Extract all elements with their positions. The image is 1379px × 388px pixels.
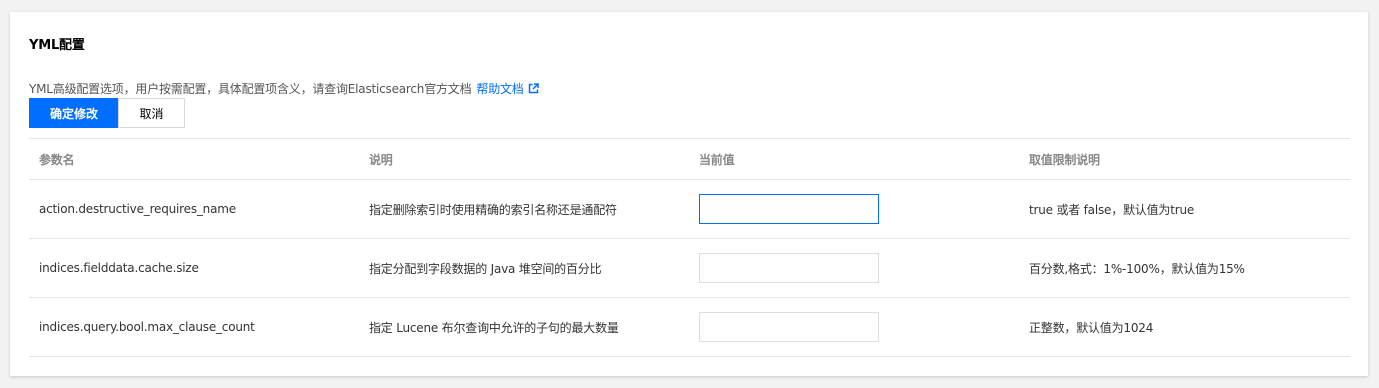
param-description: 指定分配到字段数据的 Java 堆空间的百分比 (369, 261, 602, 276)
value-input[interactable] (699, 194, 879, 224)
table-header-row: 参数名 说明 当前值 取值限制说明 (29, 138, 1350, 180)
help-doc-link[interactable]: 帮助文档 (476, 82, 539, 97)
value-cell (699, 180, 879, 238)
param-name: action.destructive_requires_name (39, 202, 236, 216)
cancel-button[interactable]: 取消 (118, 98, 185, 128)
header-param-name: 参数名 (39, 152, 75, 167)
limit-description: 正整数，默认值为1024 (1029, 320, 1154, 335)
value-cell (699, 239, 879, 297)
config-table: 参数名 说明 当前值 取值限制说明 action.destructive_req… (29, 138, 1350, 357)
header-limit-description: 取值限制说明 (1029, 152, 1100, 167)
param-description: 指定删除索引时使用精确的索引名称还是通配符 (369, 202, 617, 217)
external-link-icon (528, 83, 539, 97)
description-text: YML高级配置选项，用户按需配置，具体配置项含义，请查询Elasticsearc… (29, 82, 472, 96)
limit-description: true 或者 false，默认值为true (1029, 202, 1195, 217)
confirm-modify-button[interactable]: 确定修改 (29, 98, 119, 128)
value-input[interactable] (699, 253, 879, 283)
table-row: action.destructive_requires_name 指定删除索引时… (29, 180, 1350, 239)
param-description: 指定 Lucene 布尔查询中允许的子句的最大数量 (369, 320, 619, 335)
section-description: YML高级配置选项，用户按需配置，具体配置项含义，请查询Elasticsearc… (29, 80, 539, 97)
help-doc-label: 帮助文档 (476, 82, 524, 96)
param-name: indices.query.bool.max_clause_count (39, 320, 255, 334)
header-current-value: 当前值 (699, 152, 735, 167)
yml-config-panel: YML配置 YML高级配置选项，用户按需配置，具体配置项含义，请查询Elasti… (10, 12, 1368, 376)
header-description: 说明 (369, 152, 393, 167)
param-name: indices.fielddata.cache.size (39, 261, 199, 275)
value-cell (699, 298, 879, 356)
table-row: indices.fielddata.cache.size 指定分配到字段数据的 … (29, 239, 1350, 298)
table-row: indices.query.bool.max_clause_count 指定 L… (29, 298, 1350, 357)
value-input[interactable] (699, 312, 879, 342)
limit-description: 百分数,格式：1%-100%，默认值为15% (1029, 261, 1245, 276)
section-title: YML配置 (29, 38, 85, 53)
